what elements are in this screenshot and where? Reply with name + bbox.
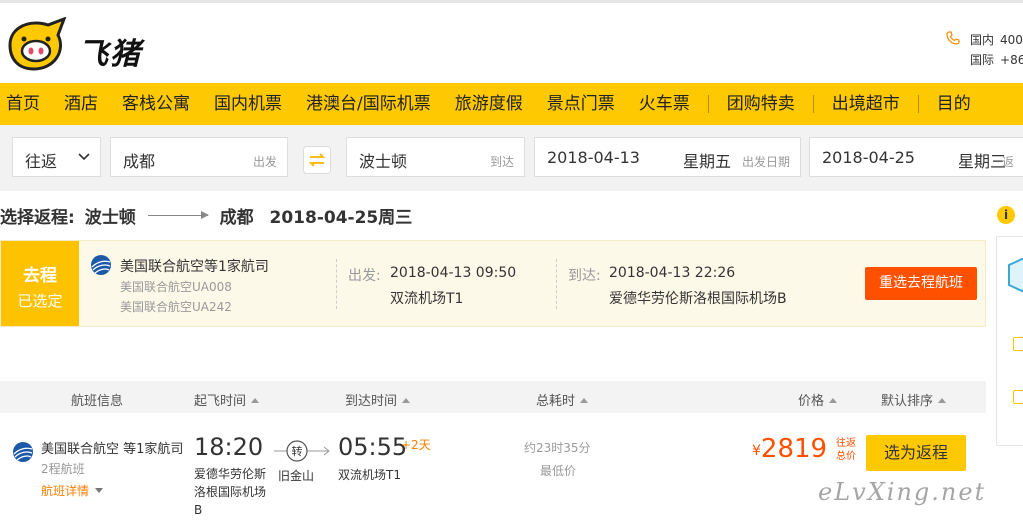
site-header: 飞猪 国内 400 国际 +86 xyxy=(0,0,1023,82)
chevron-down-icon xyxy=(78,153,90,161)
price-note: 往返总价 xyxy=(836,438,856,462)
outbound-arr-time: 2018-04-13 22:26 xyxy=(609,265,736,281)
nav-home[interactable]: 首页 xyxy=(0,83,52,125)
outbound-flight-1: 美国联合航空UA008 xyxy=(120,280,232,294)
nav-tickets[interactable]: 景点门票 xyxy=(535,83,627,125)
united-airlines-logo-icon xyxy=(13,442,33,462)
nav-hotel[interactable]: 酒店 xyxy=(52,83,110,125)
hotline-intl: 国际 +86 xyxy=(970,53,1023,67)
transfer-mark: 转 xyxy=(292,444,303,458)
outbound-flight-2: 美国联合航空UA242 xyxy=(120,300,232,314)
flight-list-header: 航班信息 起飞时间 到达时间 总耗时 价格 默认排序 xyxy=(0,381,986,413)
flight-arr-airport: 双流机场T1 xyxy=(338,468,401,482)
hotline-domestic: 国内 400 xyxy=(970,33,1023,47)
trip-type-select[interactable]: 往返 xyxy=(12,137,101,177)
fliggy-pig-logo-icon[interactable] xyxy=(4,17,68,73)
nav-inn[interactable]: 客栈公寓 xyxy=(110,83,202,125)
info-icon[interactable]: i xyxy=(997,206,1015,224)
side-checkbox-icon[interactable] xyxy=(1013,337,1023,351)
sort-up-icon xyxy=(829,398,838,403)
flight-airline: 美国联合航空 等1家航司 xyxy=(41,442,184,457)
sort-default[interactable]: 默认排序 xyxy=(881,390,947,409)
flight-segments: 2程航班 xyxy=(41,462,85,476)
outbound-selected-tag: 去程 已选定 xyxy=(1,241,79,326)
sort-up-icon xyxy=(938,398,947,403)
flight-arr-time: 05:55 xyxy=(338,433,408,461)
chevron-down-icon xyxy=(95,488,104,493)
flight-duration: 约23时35分 xyxy=(524,441,591,455)
swap-cities-button[interactable] xyxy=(303,146,331,174)
flight-dep-airport: 爱德华劳伦斯洛根国际机场B xyxy=(194,467,267,517)
divider xyxy=(336,259,337,309)
sort-by-duration[interactable]: 总耗时 xyxy=(536,390,589,409)
sort-by-departure[interactable]: 起飞时间 xyxy=(194,390,260,409)
return-date-input[interactable]: 2018-04-25 星期三 返 xyxy=(809,137,1023,177)
nav-divider xyxy=(812,95,814,113)
outbound-arr-airport: 爱德华劳伦斯洛根国际机场B xyxy=(609,291,787,307)
nav-train[interactable]: 火车票 xyxy=(627,83,702,125)
main-nav: 首页 酒店 客栈公寓 国内机票 港澳台/国际机票 旅游度假 景点门票 火车票 团… xyxy=(0,83,1023,125)
transfer-arrow-icon: 转 xyxy=(274,440,330,462)
departure-date-input[interactable]: 2018-04-13 星期五 出发日期 xyxy=(534,137,801,177)
flight-details-toggle[interactable]: 航班详情 xyxy=(41,482,104,499)
side-checkbox-icon[interactable] xyxy=(1013,390,1023,404)
nav-intl-flights[interactable]: 港澳台/国际机票 xyxy=(294,83,443,125)
to-city-input[interactable]: 波士顿 到达 xyxy=(346,137,525,177)
outbound-dep-label: 出发: xyxy=(348,268,381,284)
header-flight-info: 航班信息 xyxy=(71,394,124,409)
sort-up-icon xyxy=(251,398,260,403)
sort-up-icon xyxy=(580,398,589,403)
outbound-dep-time: 2018-04-13 09:50 xyxy=(390,265,517,281)
nav-group-deals[interactable]: 团购特卖 xyxy=(715,83,807,125)
flight-price: ¥2819 xyxy=(752,434,828,464)
nav-outbound-market[interactable]: 出境超市 xyxy=(820,83,912,125)
return-route-title: 选择返程: 波士顿 成都 2018-04-25周三 xyxy=(0,208,413,228)
flight-dep-time: 18:20 xyxy=(194,433,264,461)
sort-by-price[interactable]: 价格 xyxy=(798,390,838,409)
nav-domestic-flights[interactable]: 国内机票 xyxy=(202,83,294,125)
reselect-outbound-button[interactable]: 重选去程航班 xyxy=(865,267,977,300)
swap-arrows-icon xyxy=(308,153,326,167)
site-watermark: eLvXing.net xyxy=(818,478,987,506)
from-city-input[interactable]: 成都 出发 xyxy=(110,137,288,177)
route-arrow-icon xyxy=(147,211,209,219)
flight-arr-plus-days: +2天 xyxy=(401,438,431,452)
phone-icon xyxy=(946,31,960,45)
nav-divider xyxy=(917,95,919,113)
nav-destination[interactable]: 目的 xyxy=(925,83,983,125)
sort-up-icon xyxy=(402,398,411,403)
lowest-price-badge: 最低价 xyxy=(540,464,577,478)
nav-vacation[interactable]: 旅游度假 xyxy=(443,83,535,125)
select-return-button[interactable]: 选为返程 xyxy=(866,435,966,471)
united-airlines-logo-icon xyxy=(91,255,111,275)
divider xyxy=(556,259,557,309)
nav-divider xyxy=(707,95,709,113)
outbound-dep-airport: 双流机场T1 xyxy=(390,291,464,307)
outbound-airline: 美国联合航空等1家航司 xyxy=(120,259,269,275)
outbound-arr-label: 到达: xyxy=(568,268,601,284)
brand-name[interactable]: 飞猪 xyxy=(78,29,142,73)
transfer-city: 旧金山 xyxy=(278,469,315,483)
sort-by-arrival[interactable]: 到达时间 xyxy=(345,390,411,409)
promo-badge-icon xyxy=(1008,257,1023,293)
